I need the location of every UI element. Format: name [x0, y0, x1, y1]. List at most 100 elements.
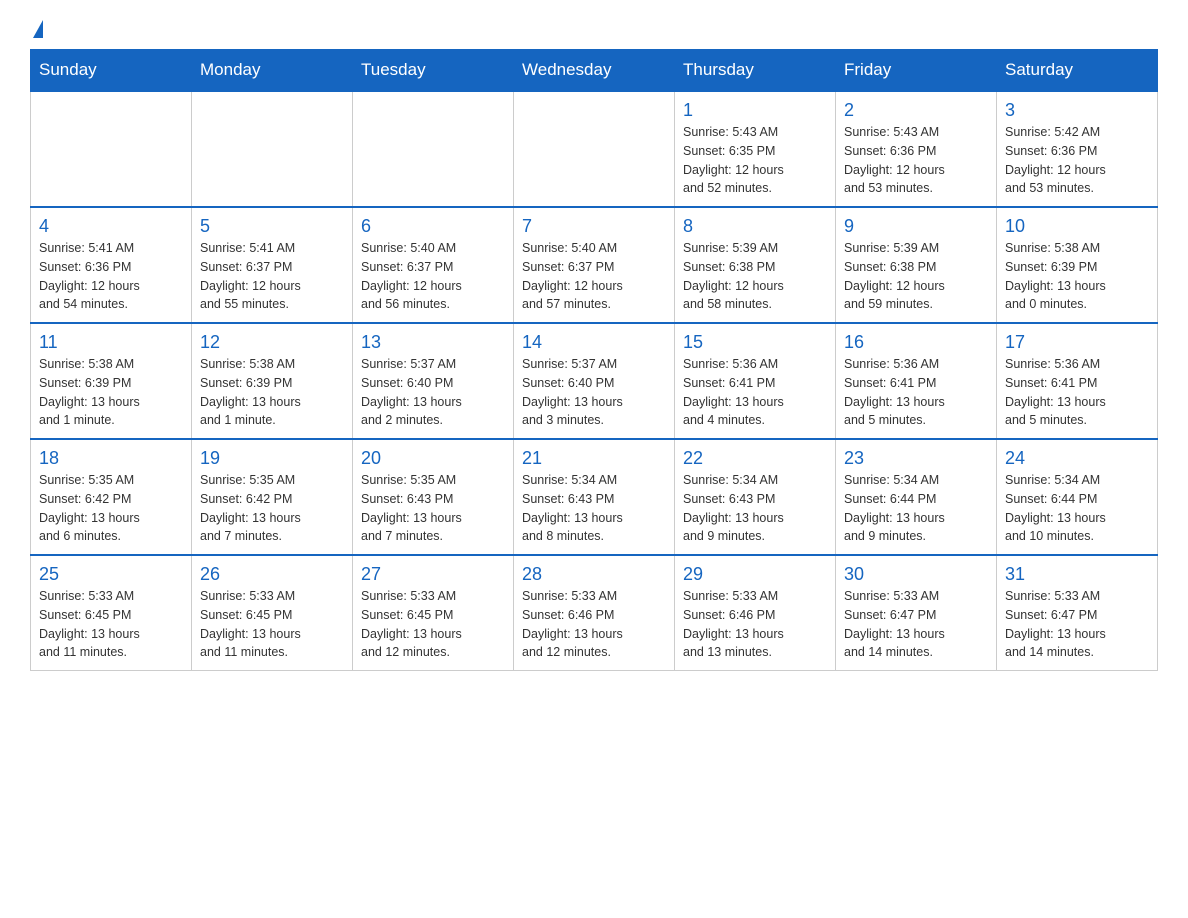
day-info: Sunrise: 5:39 AM Sunset: 6:38 PM Dayligh… [683, 239, 827, 314]
calendar-cell: 7Sunrise: 5:40 AM Sunset: 6:37 PM Daylig… [514, 207, 675, 323]
calendar-cell: 16Sunrise: 5:36 AM Sunset: 6:41 PM Dayli… [836, 323, 997, 439]
day-of-week-header: Saturday [997, 50, 1158, 92]
calendar-cell: 6Sunrise: 5:40 AM Sunset: 6:37 PM Daylig… [353, 207, 514, 323]
calendar-cell: 21Sunrise: 5:34 AM Sunset: 6:43 PM Dayli… [514, 439, 675, 555]
day-of-week-header: Sunday [31, 50, 192, 92]
calendar-cell [514, 91, 675, 207]
day-info: Sunrise: 5:37 AM Sunset: 6:40 PM Dayligh… [361, 355, 505, 430]
day-number: 4 [39, 216, 183, 237]
day-number: 18 [39, 448, 183, 469]
calendar-header-row: SundayMondayTuesdayWednesdayThursdayFrid… [31, 50, 1158, 92]
day-number: 31 [1005, 564, 1149, 585]
calendar-cell: 1Sunrise: 5:43 AM Sunset: 6:35 PM Daylig… [675, 91, 836, 207]
day-of-week-header: Thursday [675, 50, 836, 92]
day-info: Sunrise: 5:34 AM Sunset: 6:43 PM Dayligh… [683, 471, 827, 546]
calendar-cell: 2Sunrise: 5:43 AM Sunset: 6:36 PM Daylig… [836, 91, 997, 207]
calendar-cell: 12Sunrise: 5:38 AM Sunset: 6:39 PM Dayli… [192, 323, 353, 439]
day-of-week-header: Tuesday [353, 50, 514, 92]
calendar-cell: 30Sunrise: 5:33 AM Sunset: 6:47 PM Dayli… [836, 555, 997, 671]
day-number: 19 [200, 448, 344, 469]
day-info: Sunrise: 5:38 AM Sunset: 6:39 PM Dayligh… [200, 355, 344, 430]
day-info: Sunrise: 5:37 AM Sunset: 6:40 PM Dayligh… [522, 355, 666, 430]
calendar-cell: 3Sunrise: 5:42 AM Sunset: 6:36 PM Daylig… [997, 91, 1158, 207]
day-number: 30 [844, 564, 988, 585]
day-number: 12 [200, 332, 344, 353]
day-info: Sunrise: 5:33 AM Sunset: 6:46 PM Dayligh… [683, 587, 827, 662]
calendar-cell: 15Sunrise: 5:36 AM Sunset: 6:41 PM Dayli… [675, 323, 836, 439]
calendar-cell: 5Sunrise: 5:41 AM Sunset: 6:37 PM Daylig… [192, 207, 353, 323]
day-number: 23 [844, 448, 988, 469]
day-number: 1 [683, 100, 827, 121]
calendar-cell: 13Sunrise: 5:37 AM Sunset: 6:40 PM Dayli… [353, 323, 514, 439]
day-info: Sunrise: 5:40 AM Sunset: 6:37 PM Dayligh… [522, 239, 666, 314]
day-number: 5 [200, 216, 344, 237]
day-info: Sunrise: 5:41 AM Sunset: 6:36 PM Dayligh… [39, 239, 183, 314]
day-number: 13 [361, 332, 505, 353]
calendar-cell: 28Sunrise: 5:33 AM Sunset: 6:46 PM Dayli… [514, 555, 675, 671]
day-number: 8 [683, 216, 827, 237]
calendar-week-row: 11 Sunrise: 5:38 AM Sunset: 6:39 PM Dayli… [31, 323, 1158, 439]
calendar-cell: 25Sunrise: 5:33 AM Sunset: 6:45 PM Dayli… [31, 555, 192, 671]
calendar-cell: 23Sunrise: 5:34 AM Sunset: 6:44 PM Dayli… [836, 439, 997, 555]
calendar-week-row: 25 Sunrise: 5:33 AM Sunset: 6:45 PM Dayli… [31, 555, 1158, 671]
calendar-cell: 27Sunrise: 5:33 AM Sunset: 6:45 PM Dayli… [353, 555, 514, 671]
day-number: 25 [39, 564, 183, 585]
day-info: Sunrise: 5:33 AM Sunset: 6:45 PM Dayligh… [361, 587, 505, 662]
day-info: Sunrise: 5:35 AM Sunset: 6:43 PM Dayligh… [361, 471, 505, 546]
day-info: Sunrise: 5:34 AM Sunset: 6:43 PM Dayligh… [522, 471, 666, 546]
calendar-cell [31, 91, 192, 207]
logo-triangle-icon [33, 20, 43, 38]
day-number: 11 [39, 332, 183, 353]
day-number: 27 [361, 564, 505, 585]
calendar-cell: 26Sunrise: 5:33 AM Sunset: 6:45 PM Dayli… [192, 555, 353, 671]
logo [30, 20, 43, 39]
day-info: Sunrise: 5:36 AM Sunset: 6:41 PM Dayligh… [844, 355, 988, 430]
calendar-cell: 14Sunrise: 5:37 AM Sunset: 6:40 PM Dayli… [514, 323, 675, 439]
calendar-cell: 10Sunrise: 5:38 AM Sunset: 6:39 PM Dayli… [997, 207, 1158, 323]
calendar-cell: 9Sunrise: 5:39 AM Sunset: 6:38 PM Daylig… [836, 207, 997, 323]
day-info: Sunrise: 5:43 AM Sunset: 6:35 PM Dayligh… [683, 123, 827, 198]
day-info: Sunrise: 5:35 AM Sunset: 6:42 PM Dayligh… [39, 471, 183, 546]
day-number: 28 [522, 564, 666, 585]
day-info: Sunrise: 5:39 AM Sunset: 6:38 PM Dayligh… [844, 239, 988, 314]
calendar-cell: 31Sunrise: 5:33 AM Sunset: 6:47 PM Dayli… [997, 555, 1158, 671]
day-info: Sunrise: 5:33 AM Sunset: 6:45 PM Dayligh… [200, 587, 344, 662]
day-info: Sunrise: 5:42 AM Sunset: 6:36 PM Dayligh… [1005, 123, 1149, 198]
calendar-cell: 22Sunrise: 5:34 AM Sunset: 6:43 PM Dayli… [675, 439, 836, 555]
calendar-cell: 4Sunrise: 5:41 AM Sunset: 6:36 PM Daylig… [31, 207, 192, 323]
day-of-week-header: Monday [192, 50, 353, 92]
day-number: 6 [361, 216, 505, 237]
day-info: Sunrise: 5:36 AM Sunset: 6:41 PM Dayligh… [683, 355, 827, 430]
day-info: Sunrise: 5:33 AM Sunset: 6:46 PM Dayligh… [522, 587, 666, 662]
day-number: 20 [361, 448, 505, 469]
day-number: 21 [522, 448, 666, 469]
day-number: 22 [683, 448, 827, 469]
day-info: Sunrise: 5:35 AM Sunset: 6:42 PM Dayligh… [200, 471, 344, 546]
day-info: Sunrise: 5:34 AM Sunset: 6:44 PM Dayligh… [1005, 471, 1149, 546]
calendar-cell: 8Sunrise: 5:39 AM Sunset: 6:38 PM Daylig… [675, 207, 836, 323]
calendar-cell [353, 91, 514, 207]
calendar-cell: 18Sunrise: 5:35 AM Sunset: 6:42 PM Dayli… [31, 439, 192, 555]
calendar-week-row: 1Sunrise: 5:43 AM Sunset: 6:35 PM Daylig… [31, 91, 1158, 207]
day-info: Sunrise: 5:41 AM Sunset: 6:37 PM Dayligh… [200, 239, 344, 314]
calendar-cell: 24Sunrise: 5:34 AM Sunset: 6:44 PM Dayli… [997, 439, 1158, 555]
day-number: 9 [844, 216, 988, 237]
calendar-cell: 11Sunrise: 5:38 AM Sunset: 6:39 PM Dayli… [31, 323, 192, 439]
calendar-cell [192, 91, 353, 207]
day-info: Sunrise: 5:33 AM Sunset: 6:47 PM Dayligh… [1005, 587, 1149, 662]
day-number: 24 [1005, 448, 1149, 469]
day-number: 3 [1005, 100, 1149, 121]
calendar-cell: 19Sunrise: 5:35 AM Sunset: 6:42 PM Dayli… [192, 439, 353, 555]
day-number: 17 [1005, 332, 1149, 353]
day-info: Sunrise: 5:43 AM Sunset: 6:36 PM Dayligh… [844, 123, 988, 198]
calendar-cell: 29Sunrise: 5:33 AM Sunset: 6:46 PM Dayli… [675, 555, 836, 671]
calendar-week-row: 18Sunrise: 5:35 AM Sunset: 6:42 PM Dayli… [31, 439, 1158, 555]
calendar-cell: 17Sunrise: 5:36 AM Sunset: 6:41 PM Dayli… [997, 323, 1158, 439]
day-number: 16 [844, 332, 988, 353]
day-number: 2 [844, 100, 988, 121]
page-header [30, 20, 1158, 39]
day-info: Sunrise: 5:33 AM Sunset: 6:47 PM Dayligh… [844, 587, 988, 662]
day-number: 14 [522, 332, 666, 353]
day-of-week-header: Wednesday [514, 50, 675, 92]
day-info: Sunrise: 5:36 AM Sunset: 6:41 PM Dayligh… [1005, 355, 1149, 430]
